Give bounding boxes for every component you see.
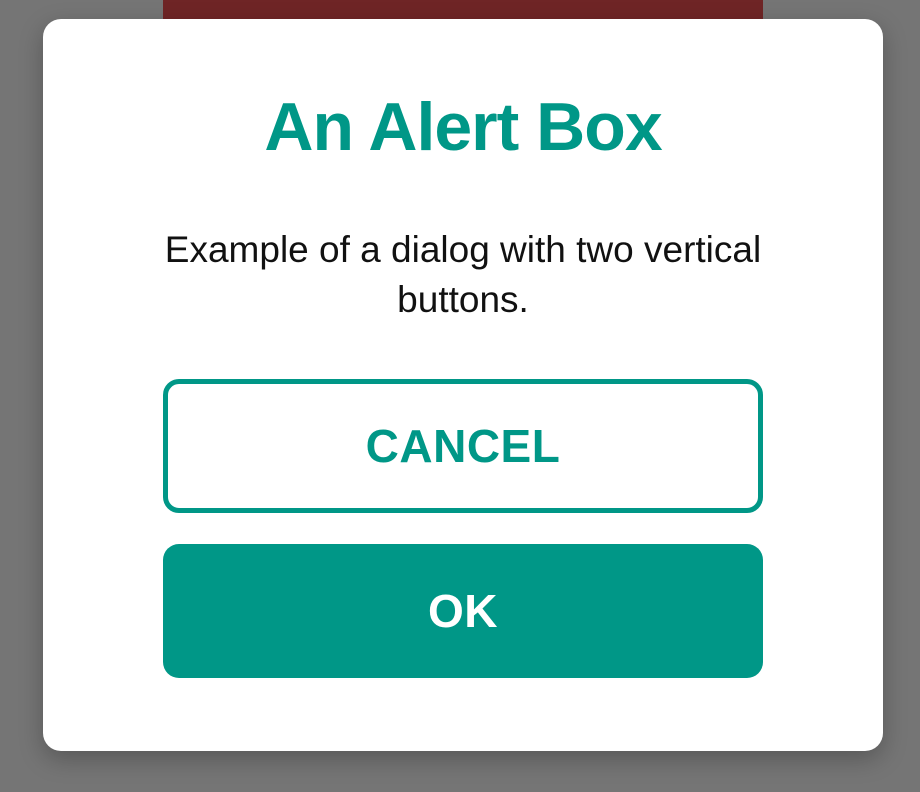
dialog-message: Example of a dialog with two vertical bu…: [164, 229, 762, 320]
ok-button[interactable]: OK: [163, 544, 763, 678]
cancel-button-label: CANCEL: [365, 420, 561, 472]
cancel-button[interactable]: CANCEL: [163, 379, 763, 513]
background-app-bar: [163, 0, 763, 20]
dialog-title: An Alert Box: [264, 89, 662, 165]
alert-dialog: An Alert Box Example of a dialog with tw…: [43, 19, 883, 751]
ok-button-label: OK: [428, 585, 498, 637]
